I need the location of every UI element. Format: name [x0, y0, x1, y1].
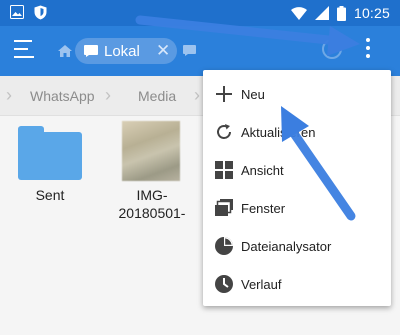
- pie-chart-icon: [215, 237, 233, 255]
- menu-item-label: Fenster: [241, 201, 286, 216]
- menu-item-neu[interactable]: Neu: [203, 75, 391, 113]
- menu-item-fenster[interactable]: Fenster: [203, 189, 391, 227]
- tab-label: Lokal: [104, 43, 140, 60]
- plus-icon: [216, 86, 232, 102]
- close-tab-icon[interactable]: ✕: [156, 41, 170, 61]
- chevron-right-icon: ›: [6, 85, 12, 105]
- menu-item-label: Aktualisieren: [241, 125, 316, 140]
- menu-item-label: Neu: [241, 87, 265, 102]
- tab-lokal[interactable]: Lokal ✕: [75, 38, 177, 64]
- windows-icon: [215, 199, 233, 216]
- grid-view-icon: [215, 161, 233, 179]
- wifi-icon: [290, 6, 307, 20]
- chevron-right-icon: ›: [105, 85, 111, 105]
- menu-item-label: Ansicht: [241, 163, 284, 178]
- app-bar: Lokal ✕: [0, 26, 400, 76]
- more-options-icon[interactable]: [360, 38, 376, 64]
- clock-icon: [215, 275, 233, 293]
- breadcrumb-item-whatsapp[interactable]: WhatsApp: [30, 88, 95, 104]
- signal-icon: [314, 6, 329, 20]
- new-tab-icon[interactable]: [183, 45, 196, 56]
- breadcrumb-item-media[interactable]: Media: [138, 88, 176, 104]
- folder-icon[interactable]: [18, 126, 82, 180]
- search-icon[interactable]: [322, 39, 342, 59]
- status-bar: 10:25: [0, 0, 400, 26]
- chevron-right-icon: ›: [194, 85, 200, 105]
- menu-item-label: Dateianalysator: [241, 239, 332, 254]
- menu-item-aktualisieren[interactable]: Aktualisieren: [203, 113, 391, 151]
- hamburger-menu-icon[interactable]: [14, 40, 36, 58]
- menu-item-verlauf[interactable]: Verlauf: [203, 265, 391, 303]
- battery-icon: [336, 5, 346, 21]
- image-thumbnail[interactable]: [122, 121, 180, 181]
- home-icon[interactable]: [57, 43, 73, 59]
- menu-item-label: Verlauf: [241, 277, 282, 292]
- menu-item-ansicht[interactable]: Ansicht: [203, 151, 391, 189]
- tab-window-icon: [84, 45, 98, 57]
- file-name-sent[interactable]: Sent: [18, 186, 82, 204]
- file-name-img-line1[interactable]: IMG-: [108, 186, 196, 204]
- file-name-img-line2[interactable]: 20180501-: [108, 204, 196, 222]
- clock-time: 10:25: [353, 5, 390, 21]
- overflow-menu: Neu Aktualisieren Ansicht Fenster Dateia…: [203, 70, 391, 306]
- menu-item-dateianalysator[interactable]: Dateianalysator: [203, 227, 391, 265]
- refresh-icon: [217, 124, 231, 139]
- shield-icon: [34, 5, 47, 20]
- image-icon: [10, 5, 24, 19]
